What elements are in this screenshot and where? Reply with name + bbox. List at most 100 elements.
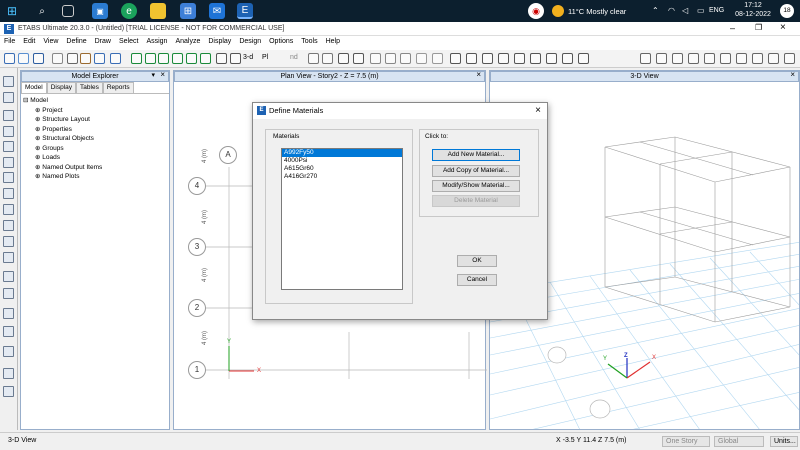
ok-button[interactable]: OK [457, 255, 497, 267]
battery-icon[interactable]: ▭ [697, 6, 705, 15]
draw-tool-icon[interactable] [3, 157, 14, 168]
etabs-taskbar-icon[interactable]: E [237, 3, 253, 19]
story-select[interactable]: One Story [662, 436, 710, 447]
units-button[interactable]: Units... [770, 436, 798, 447]
toolbar-tool-icon[interactable] [110, 53, 121, 64]
draw-tool-icon[interactable] [3, 110, 14, 121]
draw-tool-icon[interactable] [3, 288, 14, 299]
draw-tool-icon[interactable] [3, 126, 14, 137]
toolbar-tool-icon[interactable] [18, 53, 29, 64]
task-view-icon[interactable] [62, 5, 74, 17]
delete-material-button[interactable]: Delete Material [432, 195, 520, 207]
grid-bubble-3[interactable]: 3 [188, 238, 206, 256]
file-explorer-icon[interactable] [150, 3, 166, 19]
toolbar-tool-icon[interactable] [370, 53, 381, 64]
toolbar-tool-icon[interactable] [752, 53, 763, 64]
draw-tool-icon[interactable] [3, 220, 14, 231]
draw-tool-icon[interactable] [3, 188, 14, 199]
menu-tools[interactable]: Tools [297, 36, 321, 47]
menu-edit[interactable]: Edit [19, 36, 39, 47]
menu-define[interactable]: Define [62, 36, 90, 47]
toolbar-tool-icon[interactable] [530, 53, 541, 64]
plan-view-button[interactable]: Pl [262, 54, 268, 61]
minimize-icon[interactable]: – [730, 23, 735, 33]
grid-bubble-2[interactable]: 2 [188, 299, 206, 317]
elevation-view-button[interactable]: nd [290, 54, 298, 61]
tab-model[interactable]: Model [21, 82, 47, 93]
toolbar-tool-icon[interactable] [186, 53, 197, 64]
toolbar-tool-icon[interactable] [640, 53, 651, 64]
material-item[interactable]: A992Fy50 [282, 149, 402, 157]
draw-tool-icon[interactable] [3, 308, 14, 319]
toolbar-tool-icon[interactable] [784, 53, 795, 64]
coord-system-select[interactable]: Global [714, 436, 764, 447]
clock-time[interactable]: 17:12 [738, 2, 768, 9]
menu-view[interactable]: View [39, 36, 62, 47]
toolbar-tool-icon[interactable] [4, 53, 15, 64]
toolbar-tool-icon[interactable] [353, 53, 364, 64]
draw-tool-icon[interactable] [3, 368, 14, 379]
draw-tool-icon[interactable] [3, 271, 14, 282]
edge-icon[interactable]: e [121, 3, 137, 19]
close-icon[interactable]: × [780, 22, 786, 33]
chrome-tray-icon[interactable]: ◉ [528, 3, 544, 19]
menu-select[interactable]: Select [115, 36, 142, 47]
toolbar-tool-icon[interactable] [52, 53, 63, 64]
clock-date[interactable]: 08-12-2022 [733, 11, 773, 18]
tree-item-project[interactable]: ⊕ Project [23, 106, 167, 116]
toolbar-tool-icon[interactable] [514, 53, 525, 64]
tab-reports[interactable]: Reports [102, 82, 134, 93]
material-item[interactable]: A416Gr270 [282, 173, 402, 181]
toolbar-tool-icon[interactable] [230, 53, 241, 64]
toolbar-tool-icon[interactable] [67, 53, 78, 64]
draw-tool-icon[interactable] [3, 92, 14, 103]
windows-start-icon[interactable]: ⊞ [4, 3, 20, 19]
menu-analyze[interactable]: Analyze [171, 36, 204, 47]
toolbar-tool-icon[interactable] [450, 53, 461, 64]
draw-tool-icon[interactable] [3, 76, 14, 87]
grid-bubble-a[interactable]: A [219, 146, 237, 164]
language-indicator[interactable]: ENG [709, 7, 724, 14]
toolbar-tool-icon[interactable] [704, 53, 715, 64]
tree-item-loads[interactable]: ⊕ Loads [23, 153, 167, 163]
toolbar-tool-icon[interactable] [338, 53, 349, 64]
tree-item-properties[interactable]: ⊕ Properties [23, 125, 167, 135]
toolbar-tool-icon[interactable] [546, 53, 557, 64]
collapse-icon[interactable]: ⊟ [23, 97, 28, 104]
toolbar-tool-icon[interactable] [736, 53, 747, 64]
draw-tool-icon[interactable] [3, 346, 14, 357]
toolbar-tool-icon[interactable] [216, 53, 227, 64]
add-new-material-button[interactable]: Add New Material... [432, 149, 520, 161]
toolbar-tool-icon[interactable] [308, 53, 319, 64]
speaker-icon[interactable]: ◁ [682, 6, 688, 15]
toolbar-tool-icon[interactable] [672, 53, 683, 64]
plan-close-icon[interactable]: × [476, 70, 481, 80]
chat-icon[interactable]: ▣ [92, 3, 108, 19]
tree-item-structure-layout[interactable]: ⊕ Structure Layout [23, 115, 167, 125]
draw-tool-icon[interactable] [3, 326, 14, 337]
tab-tables[interactable]: Tables [76, 82, 103, 93]
add-copy-material-button[interactable]: Add Copy of Material... [432, 165, 520, 177]
menu-design[interactable]: Design [235, 36, 265, 47]
pin-dropdown-icon[interactable]: ▾ [151, 71, 155, 81]
menu-draw[interactable]: Draw [91, 36, 115, 47]
view-3d-button[interactable]: 3-d [243, 54, 253, 61]
tree-item-structural-objects[interactable]: ⊕ Structural Objects [23, 134, 167, 144]
draw-tool-icon[interactable] [3, 386, 14, 397]
tree-item-named-plots[interactable]: ⊕ Named Plots [23, 172, 167, 182]
toolbar-tool-icon[interactable] [385, 53, 396, 64]
menu-options[interactable]: Options [265, 36, 297, 47]
grid-bubble-1[interactable]: 1 [188, 361, 206, 379]
toolbar-tool-icon[interactable] [158, 53, 169, 64]
toolbar-tool-icon[interactable] [145, 53, 156, 64]
toolbar-tool-icon[interactable] [33, 53, 44, 64]
grid-bubble-4[interactable]: 4 [188, 177, 206, 195]
restore-icon[interactable]: ❐ [755, 23, 762, 32]
draw-tool-icon[interactable] [3, 141, 14, 152]
toolbar-tool-icon[interactable] [172, 53, 183, 64]
search-icon[interactable]: ⌕ [34, 3, 50, 19]
explorer-close-icon[interactable]: × [160, 70, 165, 80]
toolbar-tool-icon[interactable] [466, 53, 477, 64]
toolbar-tool-icon[interactable] [498, 53, 509, 64]
toolbar-tool-icon[interactable] [578, 53, 589, 64]
